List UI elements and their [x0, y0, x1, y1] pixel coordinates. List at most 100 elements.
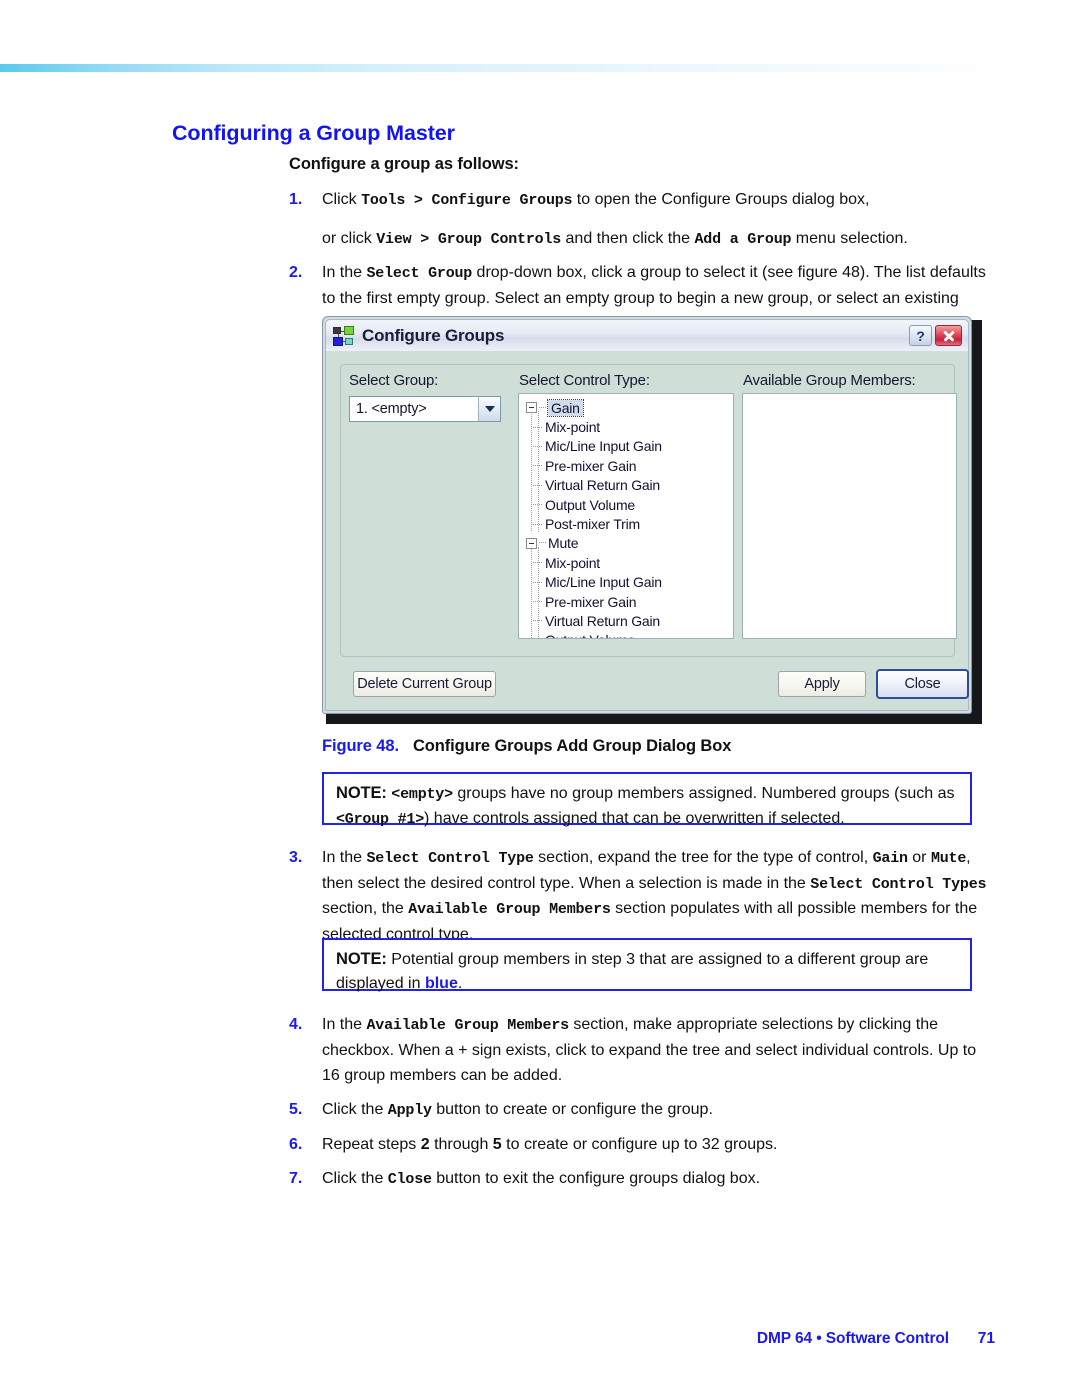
step-paragraph: Click Tools > Configure Groups to open t…	[322, 187, 989, 213]
text-run: ) have controls assigned that can be ove…	[424, 809, 845, 827]
text-run: In the	[322, 1016, 367, 1033]
text-run: Click the	[322, 1101, 388, 1119]
configure-groups-dialog: Configure Groups ? Select Group: Select …	[322, 316, 972, 714]
tree-child-label: Virtual Return Gain	[545, 612, 661, 629]
tree-connector	[533, 426, 542, 428]
text-run: and then click the	[561, 229, 695, 247]
mono-term: Add a Group	[694, 230, 792, 248]
step-paragraph: Click the Close button to exit the confi…	[322, 1166, 989, 1192]
step-number: 2.	[289, 264, 303, 282]
close-button[interactable]: Close	[876, 669, 969, 699]
header-gradient-rule	[0, 64, 1080, 72]
available-group-members-label: Available Group Members:	[743, 372, 916, 389]
tree-child-item[interactable]: Pre-mixer Gain	[519, 592, 733, 611]
step-text: Repeat steps 2 through 5 to create or co…	[322, 1132, 989, 1157]
tree-child-item[interactable]: Output Volume	[519, 495, 733, 514]
step-item: 3. In the Select Control Type section, ex…	[289, 845, 989, 947]
step-number: 4.	[289, 1016, 303, 1033]
text-run: .	[457, 975, 463, 993]
figure-configure-groups-dialog: Configure Groups ? Select Group: Select …	[322, 316, 982, 724]
close-icon[interactable]	[935, 325, 962, 346]
tree-child-item[interactable]: Pre-mixer Gain	[519, 456, 733, 475]
note-box-2: NOTE: Potential group members in step 3 …	[322, 938, 972, 993]
mono-term: Select Group	[366, 265, 473, 283]
tree-node-mute[interactable]: Mute	[519, 534, 733, 553]
step-paragraph: Repeat steps 2 through 5 to create or co…	[322, 1132, 989, 1157]
step-text: Click the Close button to exit the confi…	[322, 1166, 989, 1192]
tree-connector	[539, 406, 546, 409]
tree-child-item[interactable]: Mic/Line Input Gain	[519, 437, 733, 456]
page-title: Configuring a Group Master	[172, 121, 455, 145]
tree-connector	[533, 562, 542, 564]
tree-child-item[interactable]: Post-mixer Trim	[519, 514, 733, 533]
instructions-block-3: 4. In the Available Group Members section…	[289, 1012, 989, 1201]
step-number: 6.	[289, 1135, 303, 1153]
tree-child-item[interactable]: Mix-point	[519, 417, 733, 436]
tree-child-item[interactable]: Mic/Line Input Gain	[519, 573, 733, 592]
mono-term: Close	[387, 1171, 432, 1189]
step-item: 6. Repeat steps 2 through 5 to create or …	[289, 1132, 989, 1157]
tree-connector	[533, 465, 542, 467]
available-group-members-list[interactable]	[742, 393, 957, 639]
step-paragraph: or click View > Group Controls and then …	[322, 226, 989, 252]
mono-term: Apply	[387, 1102, 432, 1120]
mono-term: <empty>	[391, 786, 453, 803]
group-network-icon	[333, 325, 355, 346]
text-run: section, the	[322, 900, 409, 918]
select-group-label: Select Group:	[349, 372, 439, 389]
tree-node-label: Gain	[547, 398, 584, 417]
subheading: Configure a group as follows:	[289, 155, 519, 173]
note-box-1: NOTE: <empty> groups have no group membe…	[322, 772, 972, 828]
text-run: groups have no group members assigned. N…	[452, 785, 955, 802]
tree-child-label: Output Volume	[545, 632, 635, 638]
tree-connector	[533, 504, 542, 506]
tree-child-label: Mic/Line Input Gain	[545, 574, 662, 591]
mono-term: View > Group Controls	[376, 230, 562, 248]
apply-button[interactable]: Apply	[778, 671, 866, 697]
blue-term: blue	[424, 975, 458, 993]
step-item: 1. Click Tools > Configure Groups to open…	[289, 187, 989, 251]
tree-child-item[interactable]: Output Volume	[519, 631, 733, 638]
tree-child-item[interactable]: Virtual Return Gain	[519, 476, 733, 495]
figure-caption-text: Configure Groups Add Group Dialog Box	[412, 737, 732, 755]
collapse-icon[interactable]	[526, 537, 537, 549]
step-text: Click Tools > Configure Groups to open t…	[322, 187, 989, 251]
tree-connector	[533, 581, 542, 583]
steps-list-1: 1. Click Tools > Configure Groups to open…	[289, 187, 989, 337]
text-run: through	[429, 1135, 493, 1153]
mono-term: Select Control Type	[366, 850, 534, 867]
mono-term: Available Group Members	[408, 901, 611, 919]
text-run: button to create or configure the group.	[431, 1101, 713, 1119]
tree-child-label: Pre-mixer Gain	[545, 457, 637, 474]
help-button[interactable]: ?	[909, 325, 932, 346]
text-run: button to exit the configure groups dial…	[431, 1170, 761, 1188]
dialog-title: Configure Groups	[362, 325, 505, 345]
tree-child-label: Virtual Return Gain	[545, 477, 661, 494]
tree-connector	[533, 620, 542, 622]
select-control-type-tree[interactable]: Gain Mix-point Mic/Line Input Gain Pre-mixe…	[518, 393, 734, 639]
step-item: 4. In the Available Group Members section…	[289, 1012, 989, 1088]
tree-child-item[interactable]: Virtual Return Gain	[519, 611, 733, 630]
text-run: or click	[322, 229, 377, 247]
text-run: to create or configure up to 32 groups.	[501, 1135, 778, 1153]
tree-child-item[interactable]: Mix-point	[519, 553, 733, 572]
select-group-dropdown[interactable]: 1. <empty>	[349, 396, 501, 422]
tree-child-label: Post-mixer Trim	[545, 516, 641, 533]
tree-node-gain[interactable]: Gain	[519, 398, 733, 417]
step-paragraph: In the Available Group Members section, …	[322, 1012, 989, 1088]
tree-connector	[533, 601, 542, 603]
dialog-titlebar: Configure Groups ?	[326, 320, 968, 351]
tree-child-label: Pre-mixer Gain	[545, 593, 637, 610]
dialog-window-buttons: ?	[909, 325, 962, 346]
chevron-down-icon[interactable]	[478, 397, 500, 421]
footer-page-number: 71	[977, 1330, 995, 1347]
step-text: In the Available Group Members section, …	[322, 1012, 989, 1088]
text-run: Repeat steps	[322, 1135, 421, 1153]
collapse-icon[interactable]	[526, 402, 537, 414]
document-page: Configuring a Group Master Configure a g…	[0, 0, 1080, 1397]
delete-current-group-button[interactable]: Delete Current Group	[353, 671, 496, 697]
mono-term: Available Group Members	[366, 1017, 569, 1034]
step-paragraph: In the Select Control Type section, expa…	[322, 845, 989, 947]
step-number: 7.	[289, 1170, 303, 1188]
bold-term: 5	[492, 1135, 502, 1153]
